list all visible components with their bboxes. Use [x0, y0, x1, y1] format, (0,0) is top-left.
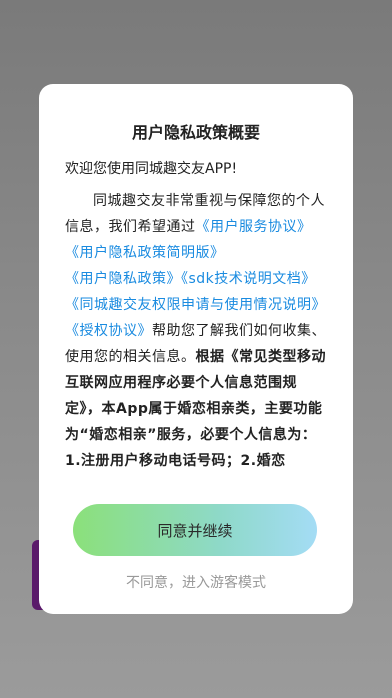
link-permission-description[interactable]: 《同城趣交友权限申请与使用情况说明》	[65, 297, 326, 313]
link-privacy-policy-brief[interactable]: 《用户隐私政策简明版》	[65, 245, 225, 261]
dialog-title: 用户隐私政策概要	[131, 123, 260, 142]
link-user-service-agreement[interactable]: 《用户服务协议》	[196, 219, 312, 235]
link-privacy-policy[interactable]: 《用户隐私政策》	[65, 271, 181, 287]
bold-text: 根据《常见类型移动互联网应用程序必要个人信息范围规定》，本App属于婚恋相亲类，…	[65, 349, 326, 469]
link-authorization-agreement[interactable]: 《授权协议》	[65, 323, 152, 339]
policy-content: 同城趣交友非常重视与保障您的个人信息，我们希望通过《用户服务协议》《用户隐私政策…	[65, 188, 327, 470]
privacy-dialog: 用户隐私政策概要 欢迎您使用同城趣交友APP! 同城趣交友非常重视与保障您的个人…	[39, 84, 353, 614]
disagree-guest-mode-link[interactable]: 不同意，进入游客模式	[39, 572, 353, 592]
agree-continue-button[interactable]: 同意并继续	[73, 504, 317, 556]
greeting-text: 欢迎您使用同城趣交友APP!	[65, 161, 238, 177]
link-sdk-doc[interactable]: 《sdk技术说明文档》	[181, 271, 316, 287]
